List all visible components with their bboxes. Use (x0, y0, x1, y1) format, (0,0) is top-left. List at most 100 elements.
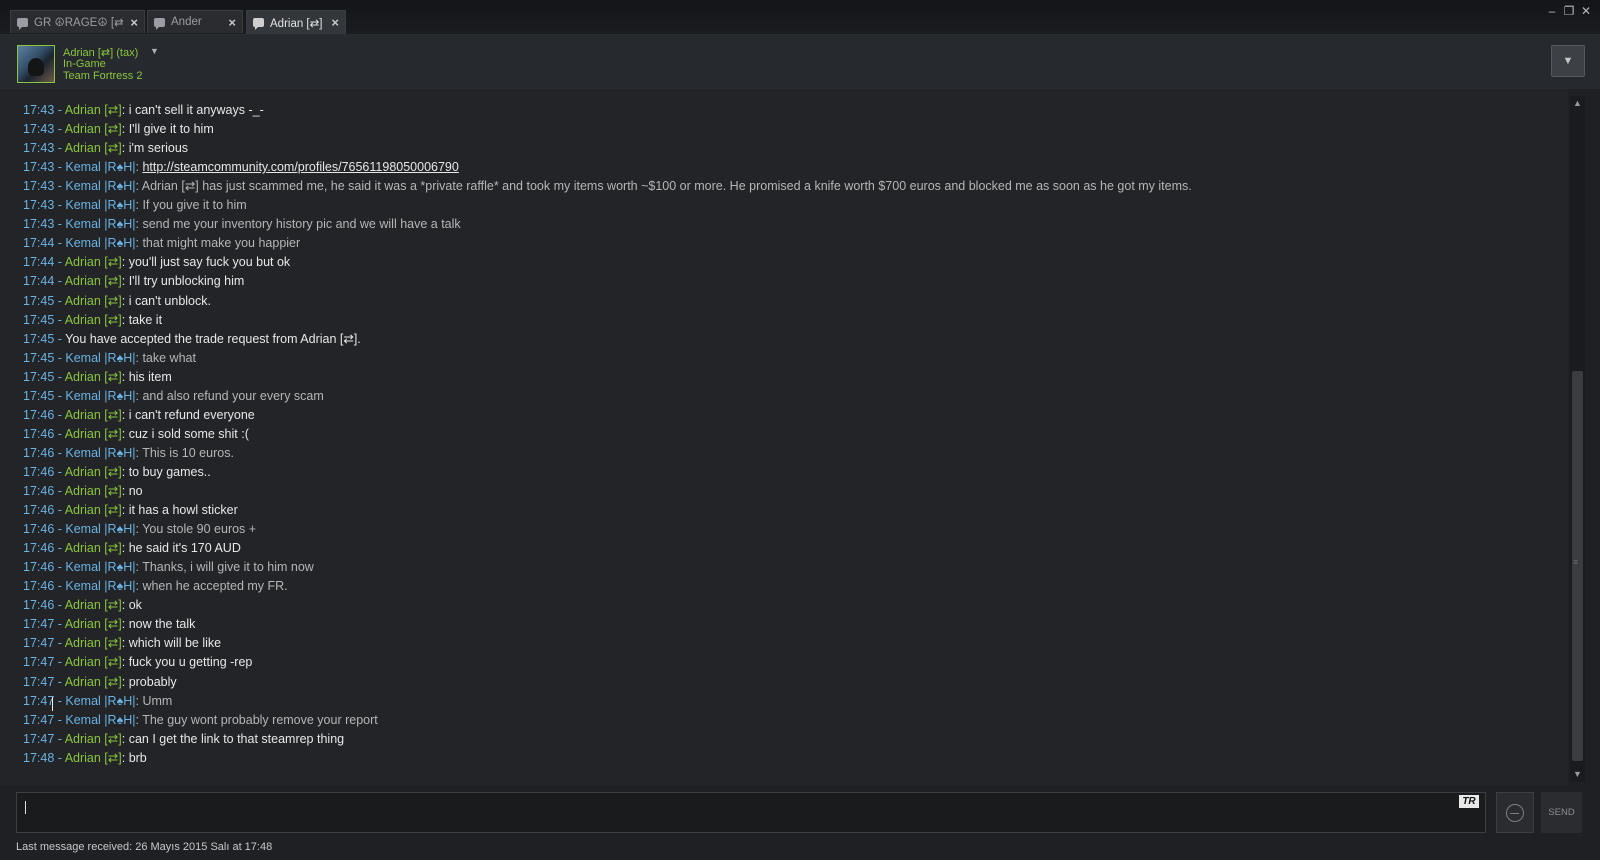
chat-message: 17:48 - Adrian [⇄]: brb (23, 750, 147, 765)
message-sender[interactable]: Kemal |R♠H| (65, 160, 135, 174)
minimize-button[interactable]: – (1544, 4, 1560, 18)
chat-message: 17:45 - Kemal |R♠H|: and also refund you… (23, 388, 324, 403)
message-sender[interactable]: Kemal |R♠H| (65, 198, 135, 212)
message-sender[interactable]: Adrian [⇄] (65, 484, 122, 498)
friend-header: Adrian [⇄] (tax) ▼ In-Game Team Fortress… (0, 35, 1600, 89)
scroll-up-icon[interactable]: ▲ (1570, 96, 1585, 111)
chat-message: 17:46 - Adrian [⇄]: ok (23, 598, 142, 613)
message-sender[interactable]: Adrian [⇄] (65, 255, 122, 269)
chat-message: 17:43 - Kemal |R♠H|: If you give it to h… (23, 198, 247, 213)
chat-scrollbar[interactable]: ▲ ▼ (1570, 96, 1585, 782)
friend-status: In-Game (63, 58, 106, 70)
tab-adrian[interactable]: Adrian [⇄] × (246, 10, 346, 34)
message-text: you'll just say fuck you but ok (128, 255, 291, 270)
message-sender[interactable]: Kemal |R♠H| (65, 179, 135, 193)
message-sender[interactable]: Adrian [⇄] (65, 655, 122, 669)
message-sender[interactable]: Adrian [⇄] (65, 103, 122, 117)
message-text: no (128, 484, 143, 498)
message-sender[interactable]: Adrian [⇄] (65, 503, 122, 517)
message-text: that might make you happier (142, 236, 301, 251)
chat-message: 17:45 - Adrian [⇄]: take it (23, 312, 163, 327)
message-sender[interactable]: Kemal |R♠H| (65, 560, 135, 574)
tab-label: Ander (171, 16, 202, 28)
message-sender[interactable]: Adrian [⇄] (65, 598, 122, 612)
message-sender[interactable]: Kemal |R♠H| (65, 236, 135, 250)
send-button[interactable]: SEND (1541, 792, 1582, 833)
message-timestamp: 17:46 (23, 445, 55, 460)
chat-message: 17:46 - Adrian [⇄]: he said it's 170 AUD (23, 541, 241, 556)
chat-message: 17:46 - Adrian [⇄]: to buy games.. (23, 464, 211, 479)
chat-message: 17:47 - Adrian [⇄]: which will be like (23, 636, 222, 651)
tab-ander[interactable]: Ander × (147, 10, 243, 33)
avatar[interactable] (17, 45, 55, 83)
message-sender[interactable]: Kemal |R♠H| (65, 694, 135, 708)
message-timestamp: 17:44 (23, 274, 55, 289)
message-sender[interactable]: Adrian [⇄] (65, 465, 122, 479)
emoticon-button[interactable] (1496, 792, 1534, 833)
message-sender[interactable]: Adrian [⇄] (65, 427, 122, 441)
chat-icon (17, 17, 28, 30)
maximize-button[interactable]: ❐ (1561, 4, 1577, 18)
message-sender[interactable]: Adrian [⇄] (65, 408, 122, 422)
message-text: take what (142, 350, 196, 365)
message-sender[interactable]: Adrian [⇄] (65, 636, 122, 650)
chat-message: 17:43 - Kemal |R♠H|: send me your invent… (23, 217, 461, 232)
message-timestamp: 17:43 (23, 103, 55, 117)
message-link[interactable]: http://steamcommunity.com/profiles/76561… (142, 160, 458, 174)
message-sender[interactable]: Adrian [⇄] (65, 274, 122, 288)
title-bar: GR ☮RAGE☮ [⇄] × Ander × Adrian [⇄] × – ❐… (0, 0, 1600, 35)
close-icon[interactable]: × (228, 15, 236, 30)
message-sender[interactable]: Adrian [⇄] (65, 617, 122, 631)
scroll-down-icon[interactable]: ▼ (1570, 767, 1585, 782)
scroll-thumb[interactable] (1572, 371, 1583, 761)
message-sender[interactable]: Adrian [⇄] (65, 370, 122, 384)
message-timestamp: 17:43 (23, 160, 55, 175)
message-sender[interactable]: Kemal |R♠H| (65, 389, 135, 403)
message-sender[interactable]: Adrian [⇄] (65, 751, 122, 765)
message-sender[interactable]: Kemal |R♠H| (65, 579, 135, 593)
message-sender[interactable]: Kemal |R♠H| (65, 351, 135, 365)
close-icon[interactable]: × (331, 15, 339, 30)
message-sender[interactable]: Adrian [⇄] (65, 122, 122, 136)
message-text: This is 10 euros. (142, 445, 234, 460)
chat-options-button[interactable]: ▼ (1551, 45, 1585, 77)
message-sender[interactable]: Kemal |R♠H| (65, 217, 135, 231)
message-sender[interactable]: Adrian [⇄] (65, 294, 122, 308)
language-badge[interactable]: TR (1459, 795, 1479, 808)
message-timestamp: 17:45 (23, 331, 55, 346)
message-input[interactable]: TR (16, 792, 1486, 833)
message-sender[interactable]: Adrian [⇄] (65, 313, 122, 327)
window-close-button[interactable]: ✕ (1578, 4, 1594, 18)
chat-message: 17:46 - Kemal |R♠H|: This is 10 euros. (23, 445, 234, 460)
close-icon[interactable]: × (130, 15, 138, 30)
message-timestamp: 17:47 (23, 693, 55, 708)
chat-message: 17:47 - Kemal |R♠H|: Umm (23, 693, 173, 708)
message-timestamp: 17:43 (23, 141, 55, 156)
chat-message: 17:44 - Kemal |R♠H|: that might make you… (23, 236, 301, 251)
chat-message: 17:43 - Adrian [⇄]: i'm serious (23, 141, 189, 156)
message-text: cuz i sold some shit :( (128, 426, 249, 441)
message-sender[interactable]: Kemal |R♠H| (65, 713, 135, 727)
message-text: send me your inventory history pic and w… (142, 217, 461, 232)
message-sender[interactable]: Adrian [⇄] (65, 732, 122, 746)
message-timestamp: 17:45 (23, 369, 55, 384)
message-text: it has a howl sticker (128, 503, 238, 518)
message-sender[interactable]: Adrian [⇄] (65, 675, 122, 689)
tab-gr-rage[interactable]: GR ☮RAGE☮ [⇄] × (10, 10, 145, 33)
message-text: probably (128, 674, 177, 689)
friend-game: Team Fortress 2 (63, 70, 143, 82)
message-sender[interactable]: Adrian [⇄] (65, 141, 122, 155)
message-sender[interactable]: Kemal |R♠H| (65, 522, 135, 536)
chevron-down-icon[interactable]: ▼ (150, 46, 159, 56)
chat-message: 17:46 - Adrian [⇄]: i can't refund every… (23, 407, 255, 422)
message-timestamp: 17:47 (23, 617, 55, 632)
message-timestamp: 17:45 (23, 350, 55, 365)
message-sender[interactable]: Kemal |R♠H| (65, 446, 135, 460)
mouse-ibeam-cursor (52, 697, 53, 711)
message-text: i can't refund everyone (128, 407, 255, 422)
message-text: You stole 90 euros + (142, 522, 257, 537)
chat-message: 17:46 - Kemal |R♠H|: Thanks, i will give… (23, 560, 314, 575)
message-timestamp: 17:47 (23, 712, 55, 727)
message-text: i can't unblock. (128, 293, 211, 308)
message-sender[interactable]: Adrian [⇄] (65, 541, 122, 555)
